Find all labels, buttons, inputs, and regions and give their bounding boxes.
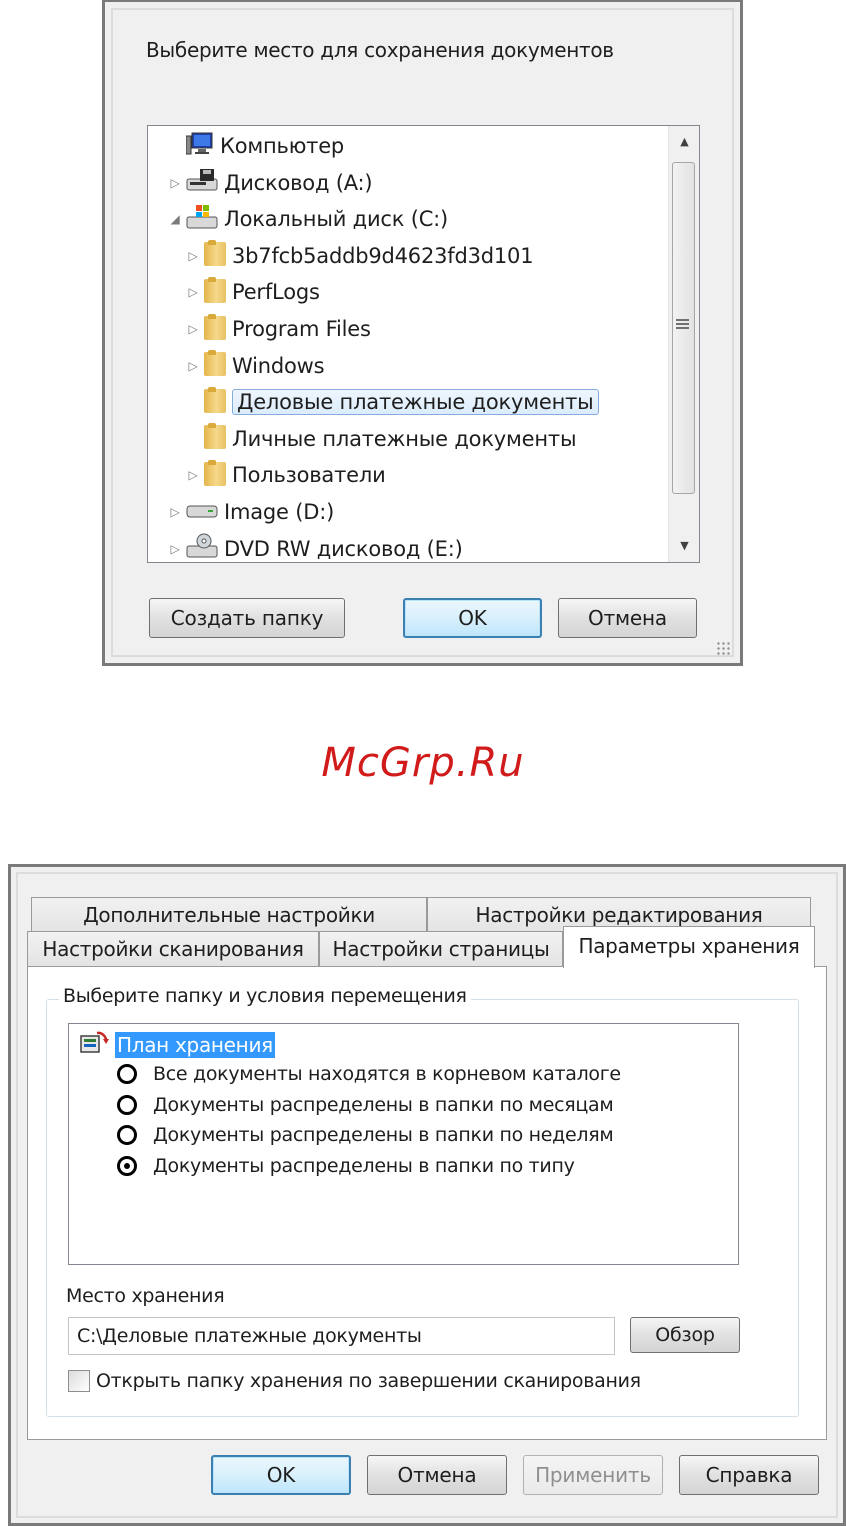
- expand-arrow-icon[interactable]: ▷: [186, 249, 200, 263]
- tree-item-label: Компьютер: [220, 134, 345, 158]
- tree-item[interactable]: Деловые платежные документы: [186, 386, 599, 418]
- storage-plan-option-label: Все документы находятся в корневом катал…: [153, 1063, 621, 1085]
- radio-icon[interactable]: [117, 1094, 137, 1115]
- resize-grip-icon[interactable]: [716, 641, 730, 655]
- radio-icon[interactable]: [117, 1064, 137, 1084]
- tree-item-label: PerfLogs: [232, 280, 320, 305]
- expand-arrow-icon[interactable]: ▷: [186, 285, 200, 299]
- open-folder-option[interactable]: Открыть папку хранения по завершении ска…: [68, 1367, 641, 1395]
- scrollbar-grip-icon: [676, 319, 689, 329]
- tab-panel: Выберите папку и условия перемещения Пла…: [27, 966, 827, 1440]
- storage-settings-dialog: Дополнительные настройки Настройки редак…: [8, 864, 846, 1526]
- folder-icon: [204, 423, 226, 454]
- expand-arrow-icon[interactable]: ▷: [186, 322, 200, 336]
- collapse-arrow-icon[interactable]: ◢: [168, 212, 182, 226]
- tree-item-label: Пользователи: [232, 463, 386, 488]
- folder-icon: [204, 459, 226, 491]
- tree-scrollbar[interactable]: ▲ ▼: [668, 126, 699, 562]
- tab-advanced-settings[interactable]: Дополнительные настройки: [31, 897, 427, 933]
- folder-icon: [204, 386, 226, 418]
- storage-plan-option-label: Документы распределены в папки по неделя…: [153, 1124, 614, 1146]
- storage-plan-title[interactable]: План хранения: [115, 1032, 275, 1058]
- new-folder-button[interactable]: Создать папку: [149, 598, 345, 638]
- scroll-down-arrow-icon[interactable]: ▼: [669, 532, 700, 560]
- storage-plan-option-label: Документы распределены в папки по месяца…: [153, 1093, 614, 1116]
- folder-icon: [204, 313, 226, 345]
- radio-icon[interactable]: [117, 1125, 137, 1145]
- tab-page-settings[interactable]: Настройки страницы: [319, 931, 563, 967]
- computer-icon: [185, 132, 214, 161]
- scroll-up-arrow-icon[interactable]: ▲: [669, 128, 700, 156]
- watermark-text: McGrp.Ru: [321, 740, 525, 786]
- storage-plan-option[interactable]: Документы распределены в папки по неделя…: [117, 1121, 614, 1149]
- storage-location-input[interactable]: C:\Деловые платежные документы: [68, 1317, 615, 1355]
- tree-item[interactable]: ▷ Program Files: [186, 313, 371, 345]
- tree-item-label: Локальный диск (C:): [224, 207, 449, 232]
- expand-arrow-icon[interactable]: ▷: [186, 468, 200, 482]
- tree-item[interactable]: ▷ PerfLogs: [186, 276, 320, 308]
- tree-item-label: Program Files: [232, 317, 371, 341]
- dialog-prompt: Выберите место для сохранения документов: [146, 38, 614, 62]
- folder-browser-dialog: Выберите место для сохранения документов…: [102, 0, 743, 666]
- tree-item[interactable]: ▷ Image (D:): [168, 496, 334, 528]
- expand-arrow-icon[interactable]: ▷: [186, 359, 200, 373]
- tree-item[interactable]: Личные платежные документы: [186, 423, 577, 455]
- tree-item-label: Дисковод (A:): [224, 170, 373, 195]
- tree-item-label: Деловые платежные документы: [232, 389, 599, 416]
- ok-button[interactable]: OK: [211, 1455, 351, 1495]
- help-button[interactable]: Справка: [679, 1455, 819, 1495]
- group-title: Выберите папку и условия перемещения: [59, 985, 471, 1007]
- cancel-button[interactable]: Отмена: [558, 598, 697, 638]
- storage-plan-option[interactable]: Все документы находятся в корневом катал…: [117, 1060, 621, 1088]
- tree-item-label: DVD RW дисковод (E:): [224, 536, 463, 561]
- tree-item[interactable]: Компьютер: [168, 130, 344, 162]
- storage-plan-list[interactable]: План хранения Все документы находятся в …: [68, 1023, 739, 1265]
- local-disk-icon: [186, 204, 218, 235]
- tree-item-label: Windows: [232, 353, 325, 378]
- tree-item[interactable]: ◢ Локальный диск (C:): [168, 203, 448, 235]
- tree-item-label: 3b7fcb5addb9d4623fd3d101: [232, 243, 534, 268]
- open-folder-checkbox[interactable]: [68, 1370, 90, 1392]
- drive-icon: [186, 500, 218, 525]
- browse-button[interactable]: Обзор: [630, 1317, 740, 1353]
- expand-arrow-icon[interactable]: ▷: [168, 542, 182, 556]
- storage-plan-option-label: Документы распределены в папки по типу: [153, 1154, 575, 1177]
- tab-storage-options[interactable]: Параметры хранения: [563, 926, 815, 968]
- dvd-drive-icon: [186, 533, 218, 564]
- tree-item[interactable]: ▷ DVD RW дисковод (E:): [168, 533, 463, 565]
- folder-icon: [204, 240, 226, 271]
- apply-button[interactable]: Применить: [523, 1455, 663, 1495]
- expand-arrow-icon[interactable]: ▷: [168, 505, 182, 519]
- expand-arrow-icon[interactable]: ▷: [168, 176, 182, 190]
- tree-item[interactable]: ▷ Пользователи: [186, 459, 386, 491]
- tab-scan-settings[interactable]: Настройки сканирования: [27, 931, 319, 967]
- floppy-drive-icon: [186, 168, 218, 197]
- storage-location-label: Место хранения: [66, 1285, 225, 1307]
- storage-plan-icon: [80, 1031, 109, 1053]
- storage-plan-option[interactable]: Документы распределены в папки по типу: [117, 1152, 575, 1180]
- folder-icon: [204, 350, 226, 381]
- radio-checked-icon[interactable]: [117, 1155, 137, 1176]
- cancel-button[interactable]: Отмена: [367, 1455, 507, 1495]
- open-folder-label: Открыть папку хранения по завершении ска…: [96, 1370, 641, 1392]
- folder-icon: [204, 276, 226, 308]
- tree-item[interactable]: ▷ Windows: [186, 350, 325, 382]
- storage-plan-option[interactable]: Документы распределены в папки по месяца…: [117, 1091, 614, 1119]
- tree-item[interactable]: ▷ 3b7fcb5addb9d4623fd3d101: [186, 240, 534, 272]
- tree-item-label: Личные платежные документы: [232, 426, 577, 451]
- folder-tree[interactable]: Компьютер ▷ Дисковод (A:) ◢ Локальный диск (…: [147, 125, 700, 563]
- tree-item[interactable]: ▷ Дисковод (A:): [168, 167, 373, 199]
- tree-item-label: Image (D:): [224, 500, 335, 524]
- ok-button[interactable]: OK: [403, 598, 542, 638]
